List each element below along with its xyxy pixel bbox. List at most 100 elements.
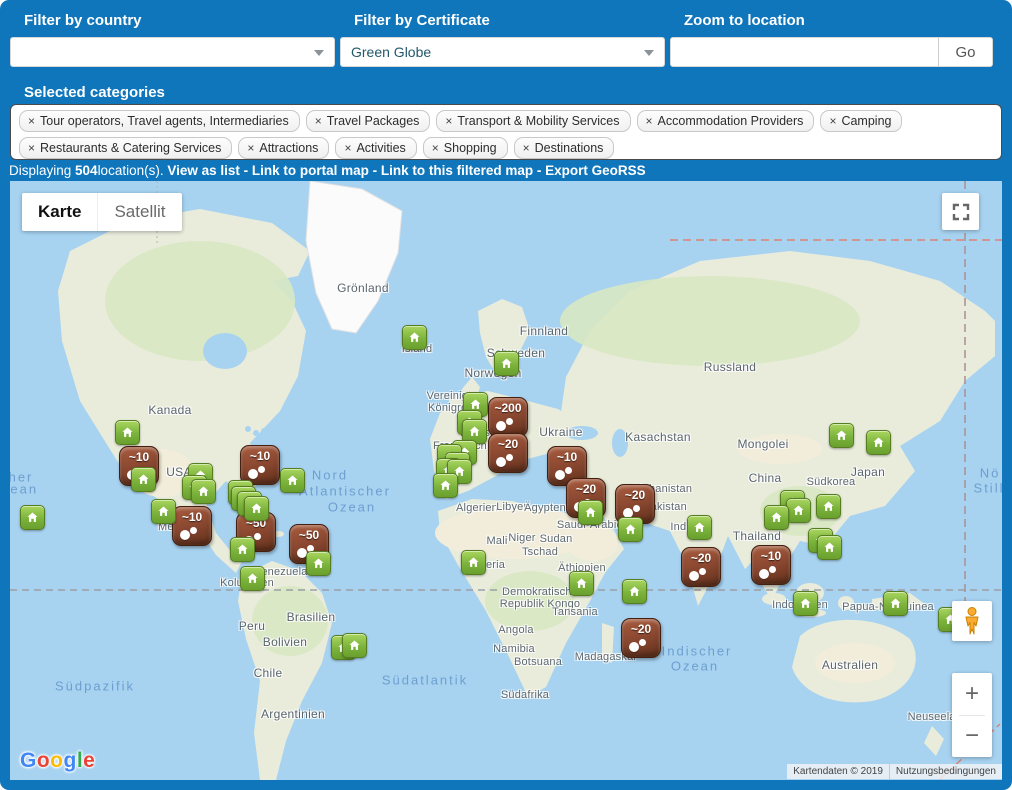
map-label: Algerien (456, 502, 498, 514)
zoom-to-location-inputgroup: Go (670, 37, 993, 67)
remove-chip-icon[interactable]: × (28, 114, 35, 128)
house-marker[interactable] (793, 591, 818, 616)
category-chip[interactable]: × Travel Packages (306, 110, 431, 132)
house-marker[interactable] (402, 325, 427, 350)
status-link[interactable]: View as list (167, 163, 240, 178)
house-marker[interactable] (883, 591, 908, 616)
remove-chip-icon[interactable]: × (523, 141, 530, 155)
certificate-filter-label: Filter by Certificate (354, 12, 665, 29)
google-logo-letter: G (20, 749, 37, 772)
map-label: Bolivien (263, 635, 307, 649)
cluster-marker[interactable]: ~20 (681, 547, 721, 587)
house-marker[interactable] (280, 468, 305, 493)
status-link[interactable]: Link to this filtered map (381, 163, 533, 178)
house-marker[interactable] (494, 351, 519, 376)
cluster-marker[interactable]: ~10 (172, 506, 212, 546)
house-marker[interactable] (817, 535, 842, 560)
pegman-control[interactable] (952, 601, 992, 641)
map-type-satellite-button[interactable]: Satellit (97, 193, 181, 231)
house-icon (120, 425, 135, 440)
category-chip[interactable]: ×Activities (335, 137, 416, 159)
house-marker[interactable] (306, 551, 331, 576)
map-label: Ukraine (539, 425, 582, 439)
terms-link[interactable]: Nutzungsbedingungen (890, 764, 1002, 779)
remove-chip-icon[interactable]: × (344, 141, 351, 155)
cluster-marker[interactable]: ~10 (240, 445, 280, 485)
category-chip[interactable]: ×Camping (820, 110, 902, 132)
map[interactable]: GrönlandIslandKanadaUSAMexikoVenezuelaKo… (10, 181, 1002, 780)
cluster-marker[interactable]: ~20 (621, 618, 661, 658)
google-logo[interactable]: Google (20, 749, 95, 773)
cluster-marker[interactable]: ~200 (488, 397, 528, 437)
category-chip-label: Attractions (259, 141, 318, 155)
cluster-count: ~10 (241, 449, 279, 463)
cluster-marker[interactable]: ~10 (751, 545, 791, 585)
house-marker[interactable] (342, 633, 367, 658)
cluster-bubble-icon (258, 466, 265, 473)
house-marker[interactable] (764, 505, 789, 530)
remove-chip-icon[interactable]: × (315, 114, 322, 128)
house-marker[interactable] (244, 496, 269, 521)
cluster-bubble-icon (759, 569, 769, 579)
cluster-bubble-icon (506, 454, 513, 461)
fullscreen-button[interactable] (942, 193, 979, 230)
remove-chip-icon[interactable]: × (247, 141, 254, 155)
house-marker[interactable] (618, 517, 643, 542)
category-chip-label: Travel Packages (327, 114, 420, 128)
category-chip[interactable]: × Attractions (238, 137, 329, 159)
house-marker[interactable] (578, 500, 603, 525)
house-marker[interactable] (230, 537, 255, 562)
remove-chip-icon[interactable]: × (432, 141, 439, 155)
remove-chip-icon[interactable]: × (829, 114, 836, 128)
go-button[interactable]: Go (938, 38, 992, 66)
house-marker[interactable] (816, 494, 841, 519)
certificate-select[interactable]: Green Globe (340, 37, 665, 67)
cluster-bubble-icon (190, 527, 197, 534)
remove-chip-icon[interactable]: × (445, 114, 452, 128)
house-icon (249, 501, 264, 516)
category-chip[interactable]: ×Shopping (423, 137, 508, 159)
remove-chip-icon[interactable]: × (646, 114, 653, 128)
house-marker[interactable] (151, 499, 176, 524)
map-label: Japan (851, 465, 885, 479)
category-chip[interactable]: ×Restaurants & Catering Services (19, 137, 232, 159)
google-logo-letter: e (83, 749, 95, 772)
status-count: 504 (75, 163, 98, 178)
house-marker[interactable] (687, 515, 712, 540)
house-icon (407, 330, 422, 345)
country-select[interactable] (10, 37, 335, 67)
cluster-bubble-icon (565, 467, 572, 474)
house-marker[interactable] (866, 430, 891, 455)
house-icon (499, 356, 514, 371)
remove-chip-icon[interactable]: × (28, 141, 35, 155)
house-marker[interactable] (461, 550, 486, 575)
house-marker[interactable] (569, 571, 594, 596)
house-marker[interactable] (131, 467, 156, 492)
category-chip[interactable]: ×Accommodation Providers (637, 110, 815, 132)
cluster-marker[interactable]: ~20 (488, 433, 528, 473)
house-marker[interactable] (115, 420, 140, 445)
map-type-map-button[interactable]: Karte (22, 193, 97, 231)
house-marker[interactable] (829, 423, 854, 448)
house-icon (769, 510, 784, 525)
house-marker[interactable] (433, 473, 458, 498)
map-label: Ägypten (524, 502, 566, 514)
zoom-out-button[interactable]: − (952, 716, 992, 758)
house-marker[interactable] (240, 566, 265, 591)
cluster-count: ~10 (120, 450, 158, 464)
category-chip[interactable]: ×Transport & Mobility Services (436, 110, 630, 132)
status-link[interactable]: Export GeoRSS (545, 163, 646, 178)
house-marker[interactable] (622, 579, 647, 604)
zoom-in-button[interactable]: + (952, 673, 992, 715)
house-icon (466, 555, 481, 570)
cluster-bubble-icon (555, 470, 565, 480)
house-marker[interactable] (786, 498, 811, 523)
zoom-location-input[interactable] (671, 38, 938, 66)
category-chip[interactable]: ×Destinations (514, 137, 615, 159)
house-marker[interactable] (191, 479, 216, 504)
house-marker[interactable] (20, 505, 45, 530)
category-chip[interactable]: ×Tour operators, Travel agents, Intermed… (19, 110, 300, 132)
cluster-count: ~20 (489, 437, 527, 451)
house-icon (798, 596, 813, 611)
status-link[interactable]: Link to portal map (252, 163, 369, 178)
